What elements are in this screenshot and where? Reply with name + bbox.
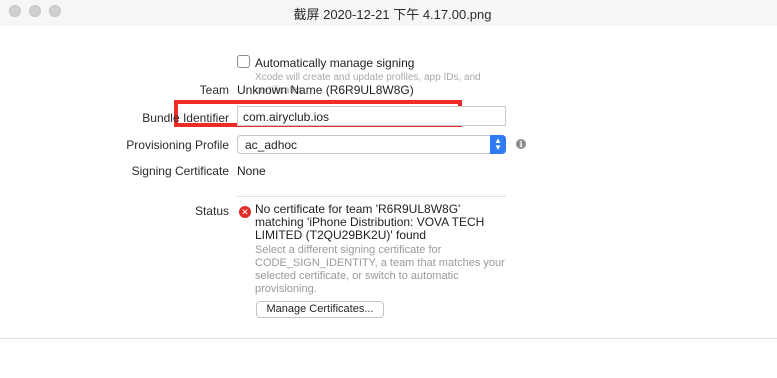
- bundle-identifier-label: Bundle Identifier: [142, 111, 229, 125]
- provisioning-profile-popup[interactable]: ac_adhoc ▲ ▼: [237, 135, 506, 154]
- chevron-up-down-icon: ▲ ▼: [490, 135, 506, 154]
- bottom-divider: [0, 338, 777, 339]
- provisioning-profile-selected: ac_adhoc: [245, 138, 298, 152]
- window-title: 截屏 2020-12-21 下午 4.17.00.png: [293, 7, 492, 22]
- status-help-text: Select a different signing certificate f…: [255, 244, 505, 295]
- provisioning-profile-label: Provisioning Profile: [126, 138, 229, 152]
- team-label: Team: [199, 83, 229, 97]
- signing-certificate-label: Signing Certificate: [131, 164, 229, 178]
- info-icon[interactable]: i: [516, 139, 526, 149]
- status-label: Status: [194, 204, 229, 218]
- error-icon: ✕: [239, 206, 251, 218]
- signing-panel: Automatically manage signing Xcode will …: [0, 26, 777, 378]
- status-divider: [237, 196, 506, 197]
- status-error-message: No certificate for team 'R6R9UL8W8G' mat…: [255, 202, 485, 242]
- signing-certificate-value: None: [237, 164, 266, 178]
- auto-manage-signing-label[interactable]: Automatically manage signing: [255, 56, 414, 70]
- title-bar: 截屏 2020-12-21 下午 4.17.00.png: [0, 0, 777, 26]
- auto-manage-signing-checkbox[interactable]: [237, 55, 250, 68]
- manage-certificates-button[interactable]: Manage Certificates...: [256, 301, 384, 318]
- bundle-identifier-field[interactable]: com.airyclub.ios: [237, 106, 506, 126]
- team-value: Unknown Name (R6R9UL8W8G): [237, 83, 414, 97]
